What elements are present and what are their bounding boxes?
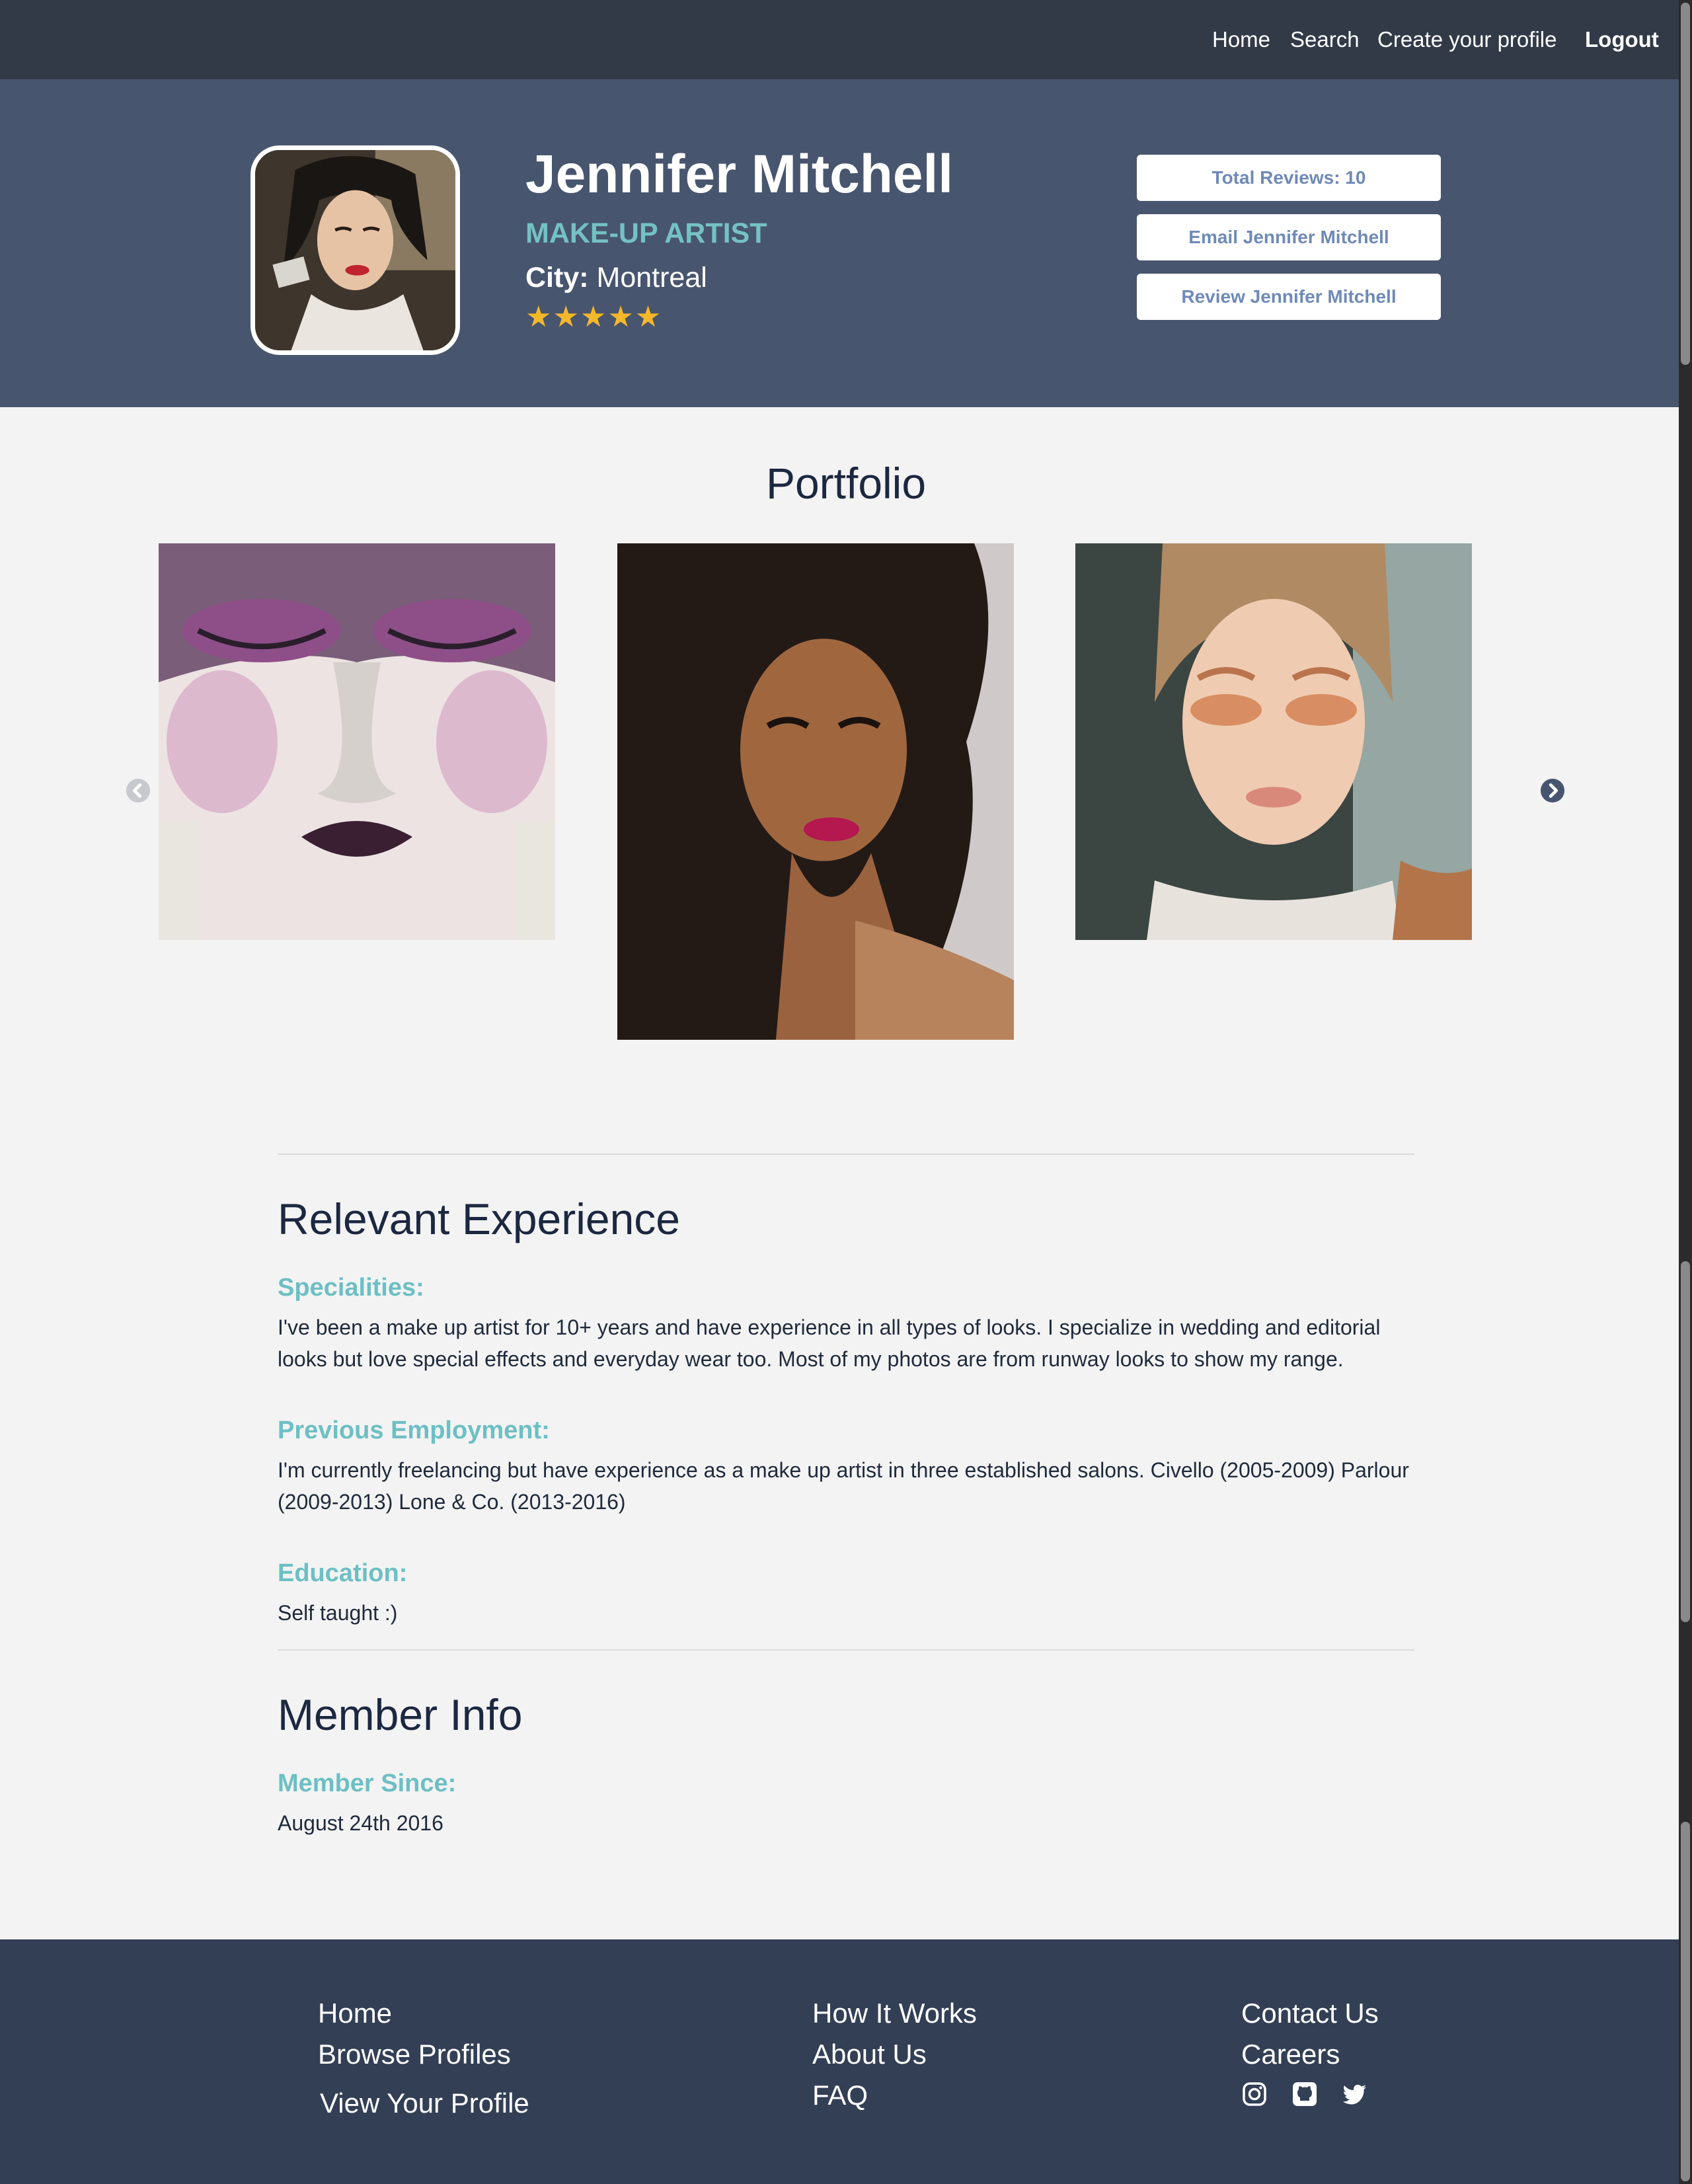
section-divider: [278, 1153, 1414, 1155]
page-scrollbar-thumb[interactable]: [1681, 1822, 1690, 2181]
employment-text: I'm currently freelancing but have exper…: [278, 1458, 1409, 1514]
footer-view-profile-link[interactable]: View Your Profile: [320, 2086, 529, 2121]
profile-name: Jennifer Mitchell: [525, 144, 954, 204]
footer-careers-link[interactable]: Careers: [1241, 2037, 1340, 2072]
portfolio-photo-1[interactable]: [159, 543, 555, 940]
github-icon[interactable]: [1291, 2081, 1318, 2107]
city-label: City:: [525, 262, 589, 293]
specialities-label: Specialities:: [278, 1274, 424, 1302]
instagram-icon[interactable]: [1241, 2081, 1268, 2107]
total-reviews-button[interactable]: Total Reviews: 10: [1137, 155, 1441, 201]
portfolio-title: Portfolio: [765, 459, 927, 508]
footer-contact-us-link[interactable]: Contact Us: [1241, 1996, 1379, 2031]
member-since-label: Member Since:: [278, 1770, 457, 1797]
employment-label: Previous Employment:: [278, 1417, 550, 1444]
footer-how-it-works-link[interactable]: How It Works: [812, 1996, 977, 2031]
profile-city: City: Montreal: [525, 260, 707, 295]
page-scrollbar-thumb[interactable]: [1681, 1261, 1690, 1622]
member-info-title: Member Info: [278, 1690, 523, 1739]
footer-browse-profiles-link[interactable]: Browse Profiles: [318, 2037, 511, 2072]
section-divider: [278, 1649, 1414, 1651]
page-scrollbar-thumb[interactable]: [1681, 3, 1690, 365]
footer-home-link[interactable]: Home: [318, 1996, 392, 2031]
education-text: Self taught :): [278, 1601, 398, 1625]
nav-search-link[interactable]: Search: [1290, 25, 1360, 54]
city-value: Montreal: [596, 262, 707, 293]
profile-avatar: [250, 145, 460, 355]
footer-about-us-link[interactable]: About Us: [812, 2037, 927, 2072]
rating-stars: ★★★★★: [525, 301, 663, 333]
experience-title: Relevant Experience: [278, 1194, 681, 1243]
nav-create-profile-link[interactable]: Create your profile: [1377, 25, 1557, 54]
portfolio-photo-2[interactable]: [617, 543, 1014, 1040]
specialities-text: I've been a make up artist for 10+ years…: [278, 1315, 1381, 1371]
carousel-next-arrow[interactable]: [1540, 778, 1565, 803]
top-navbar: Home Search Create your profile Logout: [0, 0, 1692, 79]
nav-logout-link[interactable]: Logout: [1585, 25, 1659, 54]
nav-home-link[interactable]: Home: [1212, 25, 1270, 54]
email-button[interactable]: Email Jennifer Mitchell: [1137, 214, 1441, 260]
member-since-value: August 24th 2016: [278, 1811, 443, 1835]
profile-profession: MAKE-UP ARTIST: [525, 217, 767, 249]
portfolio-photo-3[interactable]: [1075, 543, 1472, 940]
education-label: Education:: [278, 1559, 408, 1587]
carousel-prev-arrow[interactable]: [126, 778, 151, 803]
twitter-icon[interactable]: [1342, 2081, 1368, 2107]
footer-faq-link[interactable]: FAQ: [812, 2078, 868, 2113]
review-button[interactable]: Review Jennifer Mitchell: [1137, 274, 1441, 320]
